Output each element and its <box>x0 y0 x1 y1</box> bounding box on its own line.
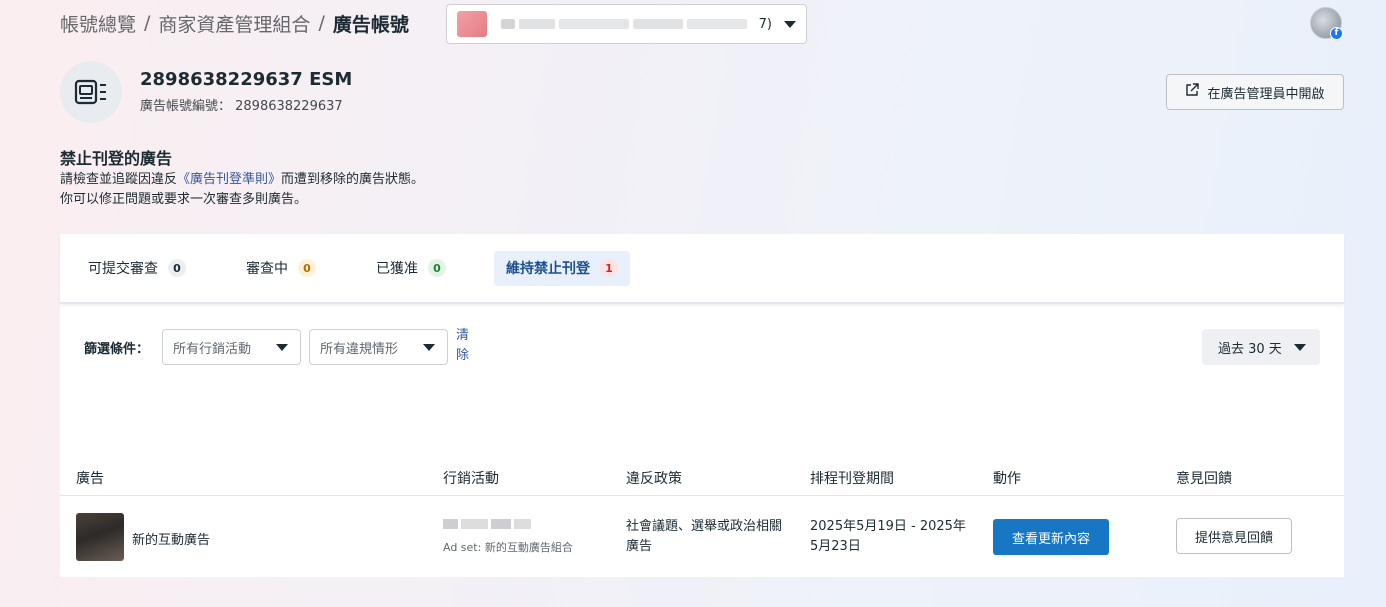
table-row: 新的互動廣告 Ad set: 新的互動廣告組合 社會議題、選舉或政治相關廣告 2… <box>60 497 1344 577</box>
rejected-ads-panel: 可提交審查 0 審查中 0 已獲准 0 維持禁止刊登 1 篩選條件： 所有行銷活… <box>60 234 1344 577</box>
violation-filter-value: 所有違規情形 <box>320 341 399 357</box>
filter-label: 篩選條件： <box>84 342 150 357</box>
status-tabs: 可提交審查 0 審查中 0 已獲准 0 維持禁止刊登 1 <box>60 234 1344 304</box>
breadcrumb-account-overview[interactable]: 帳號總覽 <box>60 10 136 37</box>
breadcrumb-business-portfolio[interactable]: 商家資產管理組合 <box>158 10 310 37</box>
schedule-period: 2025年5月19日 - 2025年5月23日 <box>810 519 966 554</box>
tab-in-review[interactable]: 審查中 0 <box>234 251 328 286</box>
chevron-down-icon <box>1294 343 1306 351</box>
account-selector-suffix: 7) <box>758 16 772 32</box>
column-header-campaign: 行銷活動 <box>443 471 499 487</box>
ad-account-name: 2898638229637 ESM <box>140 69 353 90</box>
tab-label: 審查中 <box>246 261 288 277</box>
chevron-down-icon <box>423 343 435 351</box>
column-header-schedule: 排程刊登期間 <box>810 471 894 487</box>
chevron-down-icon <box>276 343 288 351</box>
violation-filter-dropdown[interactable]: 所有違規情形 <box>309 329 448 365</box>
description-suffix: 而遭到移除的廣告狀態。 <box>281 172 425 187</box>
breadcrumb-separator: / <box>318 12 325 34</box>
violated-policy: 社會議題、選舉或政治相關廣告 <box>626 519 783 554</box>
breadcrumb-separator: / <box>144 12 151 34</box>
column-header-policy: 違反政策 <box>626 471 682 487</box>
tab-label: 可提交審查 <box>88 261 158 277</box>
tab-approved[interactable]: 已獲准 0 <box>364 251 458 286</box>
column-header-feedback: 意見回饋 <box>1176 471 1232 487</box>
view-updates-button[interactable]: 查看更新內容 <box>993 519 1109 555</box>
campaign-filter-dropdown[interactable]: 所有行銷活動 <box>162 329 301 365</box>
account-name-redacted <box>501 18 755 30</box>
count-badge: 0 <box>298 259 316 277</box>
campaign-filter-value: 所有行銷活動 <box>173 341 252 357</box>
count-badge: 0 <box>428 259 446 277</box>
ad-account-id: 廣告帳號編號： 2898638229637 <box>140 99 343 114</box>
chevron-down-icon <box>784 20 796 28</box>
open-in-ads-manager-label: 在廣告管理員中開啟 <box>1207 86 1325 102</box>
campaign-name-redacted <box>443 519 531 529</box>
column-header-ad: 廣告 <box>76 471 104 487</box>
facebook-icon: f <box>1330 27 1343 40</box>
clear-filters-link[interactable]: 清除 <box>456 326 472 366</box>
date-range-dropdown[interactable]: 過去 30 天 <box>1202 329 1320 365</box>
ad-set-name: Ad set: 新的互動廣告組合 <box>443 541 573 554</box>
ad-name[interactable]: 新的互動廣告 <box>132 529 210 548</box>
tab-still-rejected[interactable]: 維持禁止刊登 1 <box>494 250 630 286</box>
table-header: 廣告 行銷活動 違反政策 排程刊登期間 動作 意見回饋 <box>60 460 1344 496</box>
date-range-value: 過去 30 天 <box>1218 341 1282 357</box>
ad-account-selector[interactable]: 7) <box>446 4 807 44</box>
tab-label: 已獲准 <box>376 261 418 277</box>
description-prefix: 請檢查並追蹤因違反 <box>60 172 178 187</box>
count-badge: 1 <box>600 259 618 277</box>
column-header-action: 動作 <box>993 471 1021 487</box>
section-description-line2: 你可以修正問題或要求一次審查多則廣告。 <box>60 192 308 207</box>
count-badge: 0 <box>168 259 186 277</box>
tab-label: 維持禁止刊登 <box>506 261 590 277</box>
breadcrumb: 帳號總覽 / 商家資產管理組合 / 廣告帳號 <box>60 9 409 37</box>
give-feedback-button[interactable]: 提供意見回饋 <box>1176 518 1292 554</box>
external-link-icon <box>1185 83 1200 101</box>
ad-account-icon <box>60 61 122 123</box>
page-title: 禁止刊登的廣告 <box>60 149 173 168</box>
breadcrumb-current: 廣告帳號 <box>332 13 409 36</box>
open-in-ads-manager-button[interactable]: 在廣告管理員中開啟 <box>1166 74 1344 110</box>
advertising-standards-link[interactable]: 《廣告刊登準則》 <box>177 172 281 187</box>
filter-bar: 篩選條件： 所有行銷活動 所有違規情形 清除 過去 30 天 <box>60 328 1344 368</box>
section-description: 請檢查並追蹤因違反《廣告刊登準則》而遭到移除的廣告狀態。 <box>60 168 424 187</box>
account-thumbnail <box>457 11 487 37</box>
ad-thumbnail[interactable] <box>76 513 124 561</box>
tab-eligible-for-review[interactable]: 可提交審查 0 <box>76 251 198 286</box>
